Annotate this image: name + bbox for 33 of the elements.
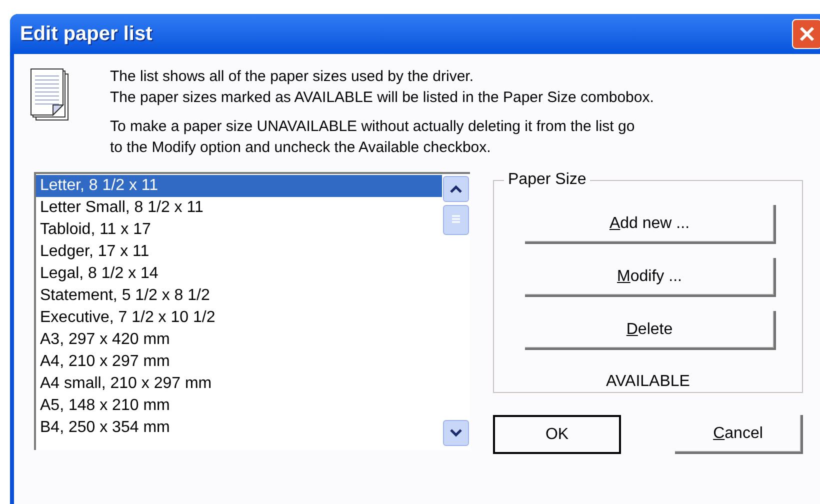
ok-button[interactable]: OK [493, 415, 621, 454]
list-item[interactable]: Statement, 5 1/2 x 8 1/2 [36, 285, 442, 307]
chevron-up-icon [450, 185, 462, 193]
chevron-down-icon [450, 429, 462, 437]
group-button[interactable]: Add new ... [525, 205, 776, 244]
group-title: Paper Size [504, 170, 590, 190]
window-title: Edit paper list [20, 22, 152, 47]
info-text: The paper sizes marked as AVAILABLE will be listed in the Paper Size combobox. [110, 88, 654, 108]
list-item[interactable]: A5, 148 x 210 mm [36, 395, 442, 417]
close-icon [799, 26, 815, 42]
info-text: To make a paper size UNAVAILABLE without actually deleting it from the list go [110, 117, 636, 137]
list-item[interactable]: Legal, 8 1/2 x 14 [36, 263, 442, 285]
group-button[interactable]: Delete [525, 311, 776, 350]
grip-icon [451, 215, 461, 225]
scroll-up-button[interactable] [443, 176, 469, 202]
info-text: to the Modify option and uncheck the Available checkbox. [110, 138, 492, 158]
list-item[interactable]: A4 small, 210 x 297 mm [36, 373, 442, 395]
list-item[interactable]: B4, 250 x 354 mm [36, 417, 442, 439]
scroll-down-button[interactable] [443, 420, 469, 446]
availability-status: AVAILABLE [606, 372, 690, 392]
list-item[interactable]: Executive, 7 1/2 x 10 1/2 [36, 307, 442, 329]
list-item[interactable]: Letter Small, 8 1/2 x 11 [36, 197, 442, 219]
list-item[interactable]: Letter, 8 1/2 x 11 [36, 175, 442, 197]
list-item[interactable]: Tabloid, 11 x 17 [36, 219, 442, 241]
list-item[interactable]: A3, 297 x 420 mm [36, 329, 442, 351]
list-item[interactable]: Ledger, 17 x 11 [36, 241, 442, 263]
group-button[interactable]: Modify ... [525, 258, 776, 297]
info-text: The list shows all of the paper sizes used by the driver. [110, 67, 475, 87]
cancel-button[interactable]: Cancel [675, 415, 803, 454]
close-button[interactable] [792, 19, 820, 49]
paper-size-list[interactable] [34, 172, 470, 450]
list-item[interactable]: A4, 210 x 297 mm [36, 351, 442, 373]
scroll-thumb[interactable] [443, 205, 469, 235]
